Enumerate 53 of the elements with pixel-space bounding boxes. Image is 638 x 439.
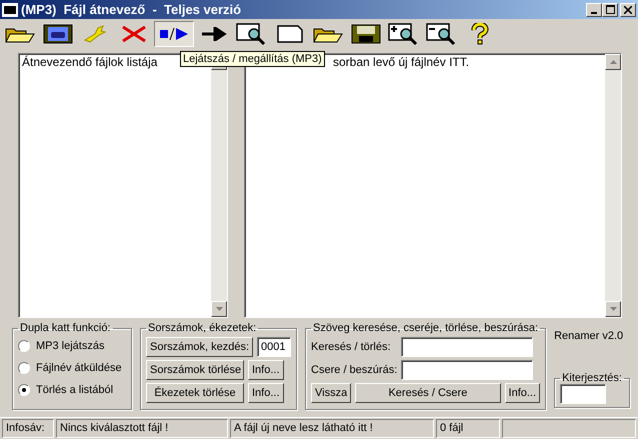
radio-label[interactable]: Törlés a listából (36, 384, 114, 396)
zoom-in-icon (388, 23, 420, 45)
radio-label[interactable]: MP3 lejátszás (36, 340, 104, 352)
remove-numbers-button[interactable]: Sorszámok törlése (146, 360, 244, 380)
page-search-icon (236, 23, 268, 45)
window-title: (MP3) Fájl átnevező - Teljes verzió (21, 2, 242, 17)
radio-label[interactable]: Fájlnév átküldése (36, 362, 122, 374)
radio-button[interactable] (18, 362, 30, 374)
status-panel: Nincs kiválasztott fájl ! (56, 419, 228, 438)
scrollbar[interactable] (605, 54, 621, 317)
close-button[interactable] (620, 2, 636, 16)
field-label: Csere / beszúrás: (311, 364, 398, 376)
start-number-field[interactable]: 0001 (257, 337, 292, 357)
up-arrow-icon (610, 60, 616, 64)
info-button[interactable]: Info... (248, 360, 284, 380)
play-stop-icon (158, 26, 190, 42)
info-button[interactable]: Info... (248, 383, 284, 403)
list-text: sorban levő új fájlnév ITT. (333, 55, 470, 69)
maximize-button[interactable] (602, 2, 618, 16)
down-arrow-icon (216, 307, 222, 311)
replace-field[interactable] (401, 360, 534, 380)
field-label: Keresés / törlés: (311, 341, 392, 353)
minimize-button[interactable] (586, 2, 602, 16)
toolbar-button[interactable] (154, 21, 194, 47)
list-header: Átnevezendő fájlok listája (22, 55, 158, 69)
down-arrow-icon (610, 307, 616, 311)
help-icon (469, 23, 491, 45)
status-panel: Infosáv: (2, 419, 54, 438)
remove-accents-button[interactable]: Ékezetek törlése (146, 383, 244, 403)
radio-button[interactable] (18, 384, 30, 396)
tooltip: Lejátszás / megállítás (MP3) (180, 51, 325, 67)
minimize-icon (591, 12, 597, 14)
back-button[interactable]: Vissza (311, 383, 352, 403)
search-field[interactable] (401, 337, 534, 357)
group-title: Szöveg keresése, cseréje, törlése, beszúrása: (312, 322, 540, 334)
arrow-right-icon (201, 27, 227, 41)
close-icon (624, 6, 632, 14)
group-title: Dupla katt funkció: (19, 322, 112, 334)
radio-button[interactable] (18, 340, 30, 352)
maximize-icon (606, 5, 614, 14)
group-title: Sorszámok, ékezetek: (147, 322, 258, 334)
version-label: Renamer v2.0 (554, 330, 624, 342)
group-title: Kiterjesztés: (561, 372, 623, 384)
status-panel: A fájl új neve lesz látható itt ! (230, 419, 434, 438)
extension-field[interactable] (560, 384, 606, 404)
info-button[interactable]: Info... (504, 383, 540, 403)
page-icon (277, 25, 303, 43)
close-icon (120, 24, 148, 44)
status-panel: 0 fájl (436, 419, 500, 438)
zoom-out-icon (426, 23, 458, 45)
search-replace-button[interactable]: Keresés / Csere (355, 383, 501, 403)
start-numbering-button[interactable]: Sorszámok, kezdés: (146, 337, 254, 357)
app-icon (2, 2, 18, 16)
